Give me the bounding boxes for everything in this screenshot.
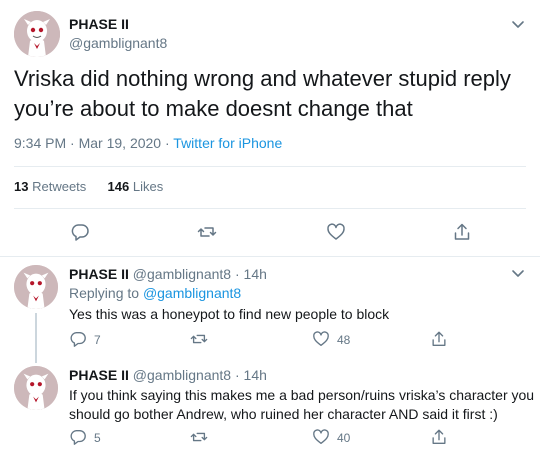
heart-icon[interactable] [312,428,332,448]
comment-bubble-icon[interactable] [69,330,89,350]
reply-text-line: should go bother Andrew, who ruined her … [69,406,498,422]
share-upload-icon[interactable] [430,428,450,448]
divider [14,208,526,209]
reply-count: 5 [94,431,101,445]
heart-icon[interactable] [312,330,332,350]
meta-separator: · [234,266,240,282]
likes-label: Likes [132,179,164,194]
tweet-text: Vriska did nothing wrong and whatever st… [14,64,511,124]
tweet-meta: 9:34 PM · Mar 19, 2020 · Twitter for iPh… [14,135,282,151]
avatar[interactable] [14,265,58,309]
replying-to-label: Replying to [69,285,140,301]
reply-header: PHASE II @gamblignant8 · 14h [69,266,267,282]
reply-text: If you think saying this makes me a bad … [69,386,534,424]
divider [14,166,526,167]
user-handle[interactable]: @gamblignant8 [133,266,231,282]
retweets-label: Retweets [32,179,87,194]
display-name[interactable]: PHASE II [69,266,129,282]
tweet-date[interactable]: Mar 19, 2020 [79,135,162,151]
user-handle[interactable]: @gamblignant8 [69,35,167,51]
tweet-text-line: you’re about to make doesnt change that [14,96,413,121]
replying-to-handle[interactable]: @gamblignant8 [143,285,241,301]
meta-separator: · [70,135,75,151]
comment-bubble-icon[interactable] [70,222,90,242]
retweet-icon[interactable] [190,428,210,448]
tweet-time[interactable]: 9:34 PM [14,135,66,151]
divider [0,256,540,257]
retweet-icon[interactable] [190,330,210,350]
heart-icon[interactable] [326,222,346,242]
reply-time[interactable]: 14h [244,266,267,282]
tweet-text-line: Vriska did nothing wrong and whatever st… [14,66,511,91]
like-count: 48 [337,333,351,347]
meta-separator: · [164,135,170,151]
like-count: 40 [337,431,351,445]
tweet-source[interactable]: Twitter for iPhone [173,135,282,151]
share-upload-icon[interactable] [452,222,472,242]
reply-text: Yes this was a honeypot to find new peop… [69,305,389,324]
retweets-count: 13 [14,179,29,194]
display-name[interactable]: PHASE II [69,16,129,32]
likes-stat[interactable]: 146 Likes [108,179,164,194]
engagement-stats: 13 Retweets 146 Likes [14,179,163,194]
user-handle[interactable]: @gamblignant8 [133,367,231,383]
comment-bubble-icon[interactable] [69,428,89,448]
avatar[interactable] [14,11,60,57]
display-name[interactable]: PHASE II [69,367,129,383]
reply-header: PHASE II @gamblignant8 · 14h [69,367,267,383]
likes-count: 146 [107,179,130,194]
chevron-down-icon[interactable] [511,17,525,35]
reply-time[interactable]: 14h [244,367,267,383]
thread-line [35,313,37,363]
reply-text-line: Yes this was a honeypot to find new peop… [69,306,390,322]
reply-count: 7 [94,333,101,347]
reply-text-line: If you think saying this makes me a bad … [69,387,535,403]
retweet-icon[interactable] [197,222,217,242]
share-upload-icon[interactable] [430,330,450,350]
replying-to: Replying to @gamblignant8 [69,285,241,301]
meta-separator: · [234,367,240,383]
retweets-stat[interactable]: 13 Retweets [14,179,86,194]
avatar[interactable] [14,366,58,410]
chevron-down-icon[interactable] [511,266,525,284]
